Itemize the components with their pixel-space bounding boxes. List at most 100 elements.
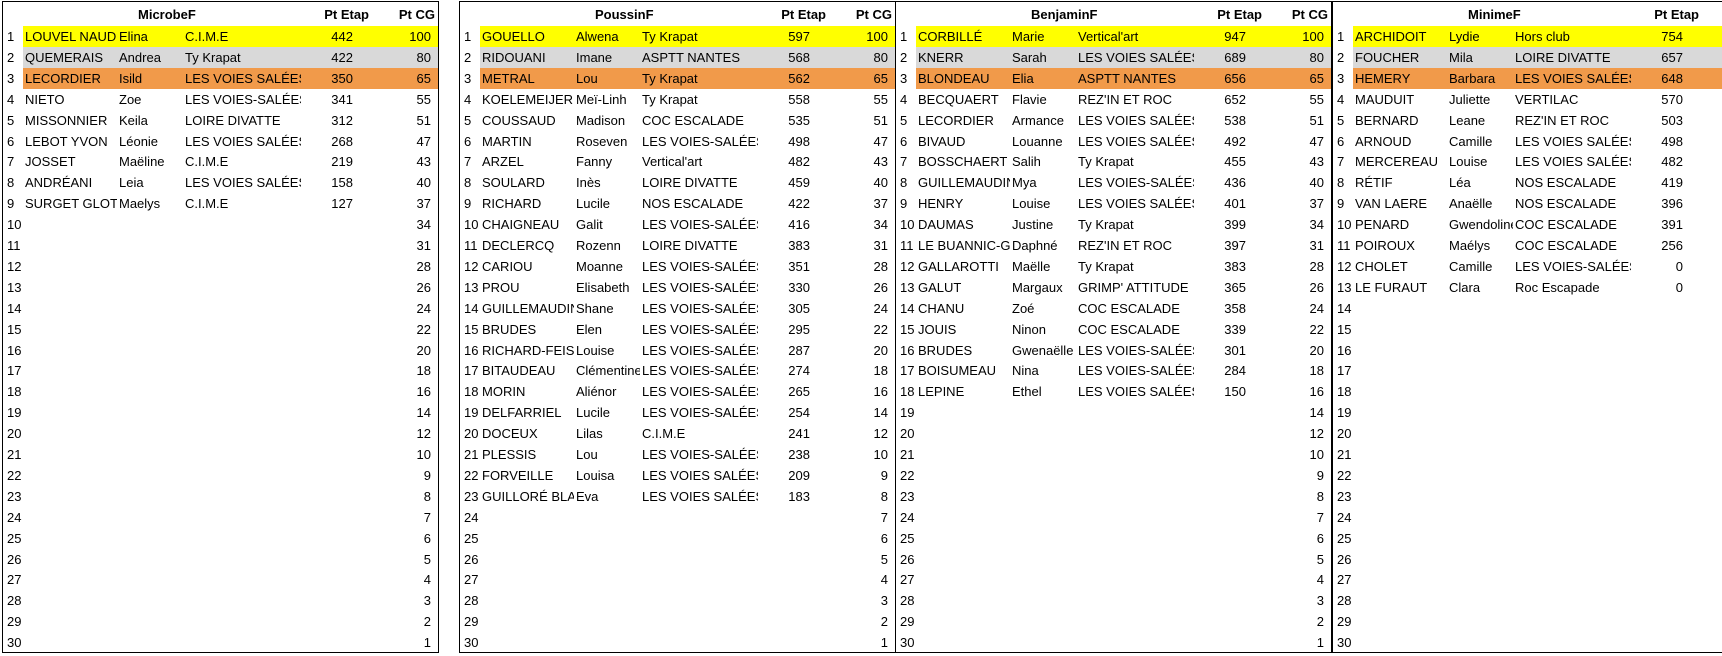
rank-cell: 19 (464, 405, 479, 421)
pt-cg-cell: 6 (1683, 531, 1722, 546)
rank-cell: 27 (7, 572, 22, 588)
pt-etap-cell: 241 (788, 426, 810, 442)
pt-etap-cell: 558 (788, 91, 810, 107)
panel-header: MicrobeF Pt Etap Pt CG (3, 2, 438, 26)
pt-etap-cell: 399 (1224, 217, 1246, 233)
first-name-cell: Salih (1012, 154, 1041, 170)
club-cell: LES VOIES SALÉES (1078, 196, 1194, 212)
pt-etap-cell: 312 (331, 112, 353, 128)
table-row: 7 BOSSCHAERT Salih Ty Krapat 455 43 (896, 151, 1331, 172)
first-name-cell: Leane (1449, 112, 1486, 128)
rank-cell: 18 (1337, 384, 1352, 400)
rank-cell: 24 (7, 509, 22, 525)
first-name-cell: Meï-Linh (576, 91, 627, 107)
pt-cg-cell: 8 (423, 488, 431, 504)
table-row: 4 KOELEMEIJER Meï-Linh Ty Krapat 558 55 (460, 89, 895, 110)
first-name-cell: Lydie (1449, 29, 1480, 44)
club-cell: LES VOIES SALÉES (1078, 49, 1194, 65)
rank-cell: 2 (7, 49, 15, 65)
table-row: 29 2 (3, 611, 438, 632)
table-row: 4 BECQUAERT Flavie REZ'IN ET ROC 652 55 (896, 89, 1331, 110)
pt-etap-cell: 150 (1224, 384, 1246, 400)
table-row: 24 7 (1333, 507, 1722, 528)
rank-cell: 29 (464, 614, 479, 630)
first-name-cell: Fanny (576, 154, 613, 170)
name-cell: PROU (482, 279, 520, 295)
pt-etap-cell: 498 (788, 133, 810, 149)
rank-cell: 4 (1337, 91, 1345, 107)
name-cell: BITAUDEAU (482, 363, 556, 379)
club-cell: GRIMP' ATTITUDE (1078, 279, 1189, 295)
name-cell: CHOLET (1355, 258, 1408, 274)
pt-etap-cell: 0 (1675, 279, 1683, 295)
table-row: 22 FORVEILLE Louisa LES VOIES SALÉES 209 9 (460, 465, 895, 486)
club-cell: LES VOIES SALÉES (1515, 133, 1631, 149)
club-cell: LES VOIES-SALÉES (1515, 258, 1631, 274)
pt-etap-cell: 209 (788, 467, 810, 483)
pt-etap-cell: 358 (1224, 300, 1246, 316)
rank-cell: 3 (1337, 70, 1345, 86)
table-row: 23 8 (1333, 486, 1722, 507)
table-row: 2 QUEMERAIS Andrea Ty Krapat 422 80 (3, 46, 438, 68)
table-row: 1 ARCHIDOIT Lydie Hors club 754100 (1333, 26, 1722, 47)
pt-cg-cell: 24 (1683, 301, 1722, 316)
club-cell: LES VOIES SALÉES (185, 133, 301, 149)
rank-cell: 11 (1337, 238, 1351, 253)
first-name-cell: Léa (1449, 175, 1471, 191)
rank-cell: 14 (1337, 300, 1352, 316)
rank-cell: 22 (7, 467, 22, 483)
pt-etap-cell: 498 (1661, 133, 1683, 149)
rank-cell: 23 (464, 488, 479, 504)
club-cell: Hors club (1515, 29, 1570, 44)
pt-cg-cell: 24 (873, 300, 888, 316)
first-name-cell: Sarah (1012, 49, 1047, 65)
club-cell: Ty Krapat (185, 49, 241, 65)
first-name-cell: Andrea (119, 49, 161, 65)
first-name-cell: Inès (576, 175, 601, 191)
rank-cell: 8 (7, 175, 15, 191)
name-cell: SURGET GLOTAIN (25, 196, 117, 212)
table-row: 12 GALLAROTTI Maëlle Ty Krapat 383 28 (896, 256, 1331, 277)
table-row: 12 28 (3, 256, 438, 277)
club-cell: COC ESCALADE (1515, 217, 1617, 233)
club-cell: Ty Krapat (642, 70, 698, 86)
club-cell: NOS ESCALADE (1515, 175, 1617, 191)
pt-cg-cell: 37 (1683, 196, 1722, 211)
pt-cg-cell: 3 (1316, 593, 1324, 609)
name-cell: LEBOT YVON (25, 133, 108, 149)
pt-etap-cell: 422 (788, 196, 810, 212)
pt-cg-cell: 18 (416, 363, 431, 379)
name-cell: MARTIN (482, 133, 532, 149)
table-row: 6 LEBOT YVON Léonie LES VOIES SALÉES 268 47 (3, 131, 438, 152)
table-row: 2 RIDOUANI Imane ASPTT NANTES 568 80 (460, 46, 895, 68)
rank-cell: 2 (900, 49, 908, 65)
first-name-cell: Barbara (1449, 70, 1496, 86)
pt-etap-cell: 301 (1224, 342, 1246, 358)
table-row: 27 4 (1333, 569, 1722, 590)
pt-cg-cell: 2 (1683, 614, 1722, 629)
first-name-cell: Lou (576, 447, 598, 462)
rank-cell: 5 (7, 112, 15, 128)
rank-cell: 9 (7, 196, 15, 212)
name-cell: LOUVEL NAUDIN (25, 29, 117, 44)
column-header-pt-etap: Pt Etap (781, 7, 826, 22)
rank-cell: 18 (900, 384, 915, 400)
name-cell: KNERR (918, 49, 964, 65)
first-name-cell: Elia (1012, 70, 1034, 86)
rank-cell: 6 (7, 133, 15, 149)
name-cell: MERCEREAU (1355, 154, 1439, 170)
column-header-pt-cg: Pt CG (398, 7, 435, 22)
table-row: 10 DAUMAS Justine Ty Krapat 399 34 (896, 214, 1331, 235)
pt-cg-cell: 47 (873, 133, 888, 149)
first-name-cell: Flavie (1012, 91, 1047, 107)
name-cell: BLONDEAU (918, 70, 990, 86)
club-cell: LES VOIES SALÉES (1078, 133, 1194, 149)
club-cell: COC ESCALADE (1515, 238, 1617, 253)
club-cell: LES VOIES SALÉES (642, 467, 758, 483)
club-cell: Ty Krapat (1078, 217, 1134, 233)
pt-etap-cell: 455 (1224, 154, 1246, 170)
pt-cg-cell: 14 (873, 405, 888, 421)
first-name-cell: Camille (1449, 133, 1493, 149)
table-row: 23 8 (896, 486, 1331, 507)
table-row: 11 31 (3, 235, 438, 256)
